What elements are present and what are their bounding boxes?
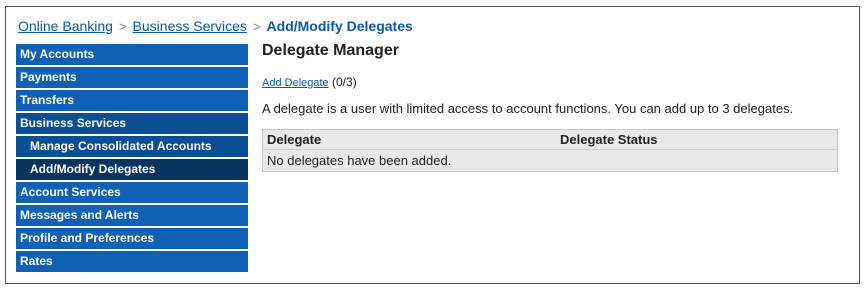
breadcrumb-link-business-services[interactable]: Business Services (133, 18, 247, 34)
sidebar-item-account-services[interactable]: Account Services (16, 182, 248, 203)
sidebar-item-messages-and-alerts[interactable]: Messages and Alerts (16, 205, 248, 226)
delegate-count: (0/3) (332, 75, 357, 89)
sidebar-item-profile-and-preferences[interactable]: Profile and Preferences (16, 228, 248, 249)
sidebar-item-transfers[interactable]: Transfers (16, 90, 248, 111)
sidebar-subitem-add-modify-delegates[interactable]: Add/Modify Delegates (16, 159, 248, 180)
column-header-delegate-status: Delegate Status (560, 132, 658, 147)
empty-table-message: No delegates have been added. (267, 153, 452, 168)
column-header-delegate: Delegate (267, 132, 322, 147)
breadcrumb-current: Add/Modify Delegates (266, 18, 413, 34)
sidebar-item-payments[interactable]: Payments (16, 67, 248, 88)
breadcrumb-separator: > (252, 19, 261, 34)
add-delegate-row: Add Delegate (0/3) (262, 74, 842, 90)
breadcrumb-link-online-banking[interactable]: Online Banking (18, 18, 113, 34)
sidebar-nav: My Accounts Payments Transfers Business … (16, 44, 248, 274)
page-title: Delegate Manager (262, 42, 399, 59)
add-delegate-link[interactable]: Add Delegate (262, 77, 329, 89)
sidebar-item-my-accounts[interactable]: My Accounts (16, 44, 248, 65)
main-content: Delegate Manager Add Delegate (0/3) A de… (262, 40, 842, 172)
breadcrumb: Online Banking > Business Services > Add/Mod… (18, 16, 413, 36)
delegates-table: Delegate Delegate Status No delegates ha… (262, 129, 838, 172)
sidebar-subitem-manage-consolidated-accounts[interactable]: Manage Consolidated Accounts (16, 136, 248, 157)
breadcrumb-separator: > (118, 19, 127, 34)
table-header: Delegate Delegate Status (263, 130, 837, 150)
sidebar-item-business-services[interactable]: Business Services (16, 113, 248, 134)
delegate-description: A delegate is a user with limited access… (262, 101, 794, 116)
sidebar-item-rates[interactable]: Rates (16, 251, 248, 272)
